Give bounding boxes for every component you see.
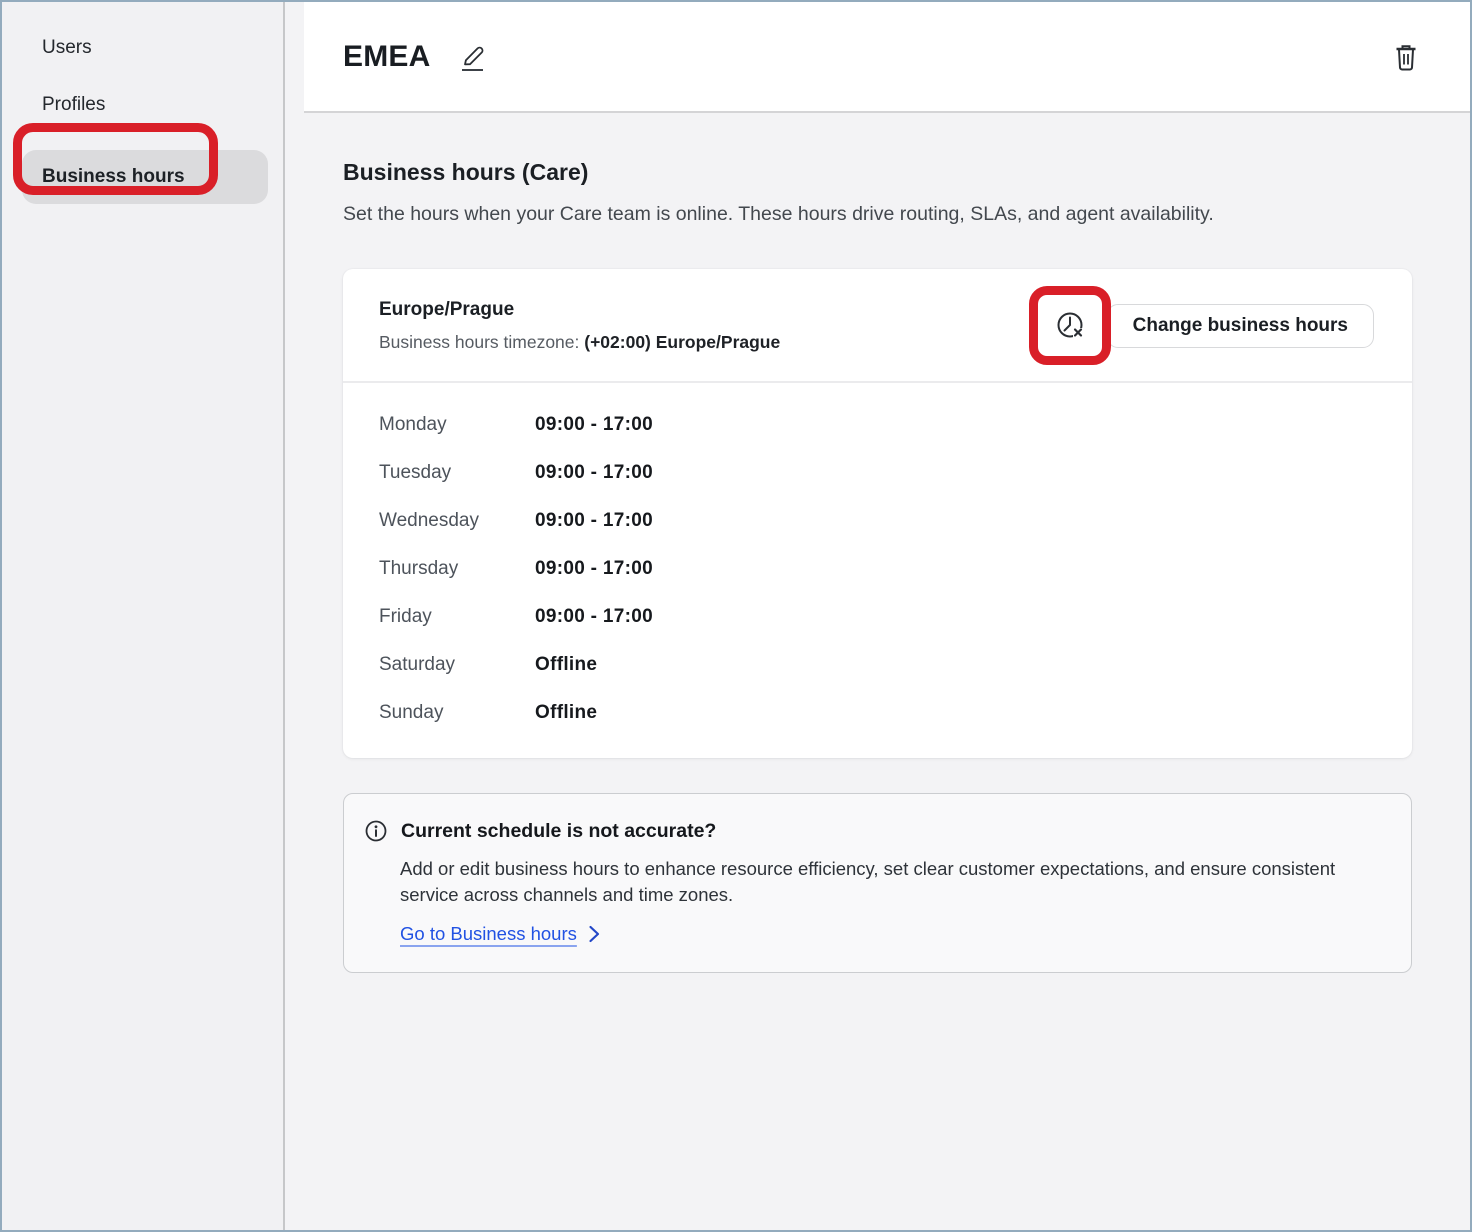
sidebar-item-profiles[interactable]: Profiles [2, 93, 283, 117]
clock-x-icon [1054, 309, 1088, 343]
main-panel: EMEA Business hours (Care) Set the hours [285, 2, 1470, 1230]
timezone-name: Europe/Prague [379, 299, 780, 321]
timezone-value: (+02:00) Europe/Prague [584, 332, 780, 352]
schedule-day: Thursday [379, 558, 535, 580]
delete-button[interactable] [1393, 42, 1419, 72]
schedule-row: Tuesday 09:00 - 17:00 [379, 449, 1376, 497]
schedule-info-banner: Current schedule is not accurate? Add or… [343, 793, 1412, 973]
schedule-hours: 09:00 - 17:00 [535, 558, 653, 580]
section-description: Set the hours when your Care team is onl… [343, 203, 1412, 226]
schedule-hours: 09:00 - 17:00 [535, 414, 653, 436]
schedule-day: Sunday [379, 702, 535, 724]
section-title: Business hours (Care) [343, 159, 1412, 186]
business-hours-card-header: Europe/Prague Business hours timezone: (… [343, 269, 1412, 383]
schedule-day: Wednesday [379, 510, 535, 532]
schedule-hours: Offline [535, 654, 597, 676]
schedule-row: Saturday Offline [379, 641, 1376, 689]
edit-pencil-icon [458, 41, 488, 73]
schedule-row: Friday 09:00 - 17:00 [379, 593, 1376, 641]
schedule-row: Wednesday 09:00 - 17:00 [379, 497, 1376, 545]
business-hours-card: Europe/Prague Business hours timezone: (… [343, 269, 1412, 758]
edit-title-button[interactable] [458, 41, 488, 73]
sidebar-item-business-hours[interactable]: Business hours [22, 150, 268, 204]
settings-sidebar: Users Profiles Business hours [2, 2, 285, 1230]
timezone-label: Business hours timezone: [379, 332, 584, 352]
info-title: Current schedule is not accurate? [401, 820, 716, 843]
trash-icon [1393, 42, 1419, 72]
content-area: Business hours (Care) Set the hours when… [304, 113, 1470, 973]
info-body: Add or edit business hours to enhance re… [400, 856, 1352, 908]
schedule-hours: 09:00 - 17:00 [535, 606, 653, 628]
change-business-hours-button[interactable]: Change business hours [1107, 304, 1374, 348]
timezone-info: Europe/Prague Business hours timezone: (… [379, 299, 780, 353]
card-header-actions: Change business hours [1054, 304, 1374, 348]
schedule-row: Sunday Offline [379, 689, 1376, 737]
schedule-hours: Offline [535, 702, 597, 724]
chevron-right-icon [588, 924, 601, 944]
schedule-day: Tuesday [379, 462, 535, 484]
info-icon [364, 819, 388, 843]
timezone-line: Business hours timezone: (+02:00) Europe… [379, 332, 780, 353]
schedule-day: Monday [379, 414, 535, 436]
info-link-row: Go to Business hours [400, 923, 1381, 945]
schedule-hours: 09:00 - 17:00 [535, 510, 653, 532]
info-title-row: Current schedule is not accurate? [364, 819, 1381, 843]
schedule-row: Thursday 09:00 - 17:00 [379, 545, 1376, 593]
schedule-day: Friday [379, 606, 535, 628]
schedule-hours: 09:00 - 17:00 [535, 462, 653, 484]
sidebar-item-users[interactable]: Users [2, 36, 283, 60]
schedule-day: Saturday [379, 654, 535, 676]
clock-x-icon-button[interactable] [1054, 307, 1088, 345]
schedule-row: Monday 09:00 - 17:00 [379, 401, 1376, 449]
page-title: EMEA [343, 40, 430, 74]
sidebar-item-label: Business hours [42, 166, 185, 188]
weekly-schedule: Monday 09:00 - 17:00 Tuesday 09:00 - 17:… [343, 383, 1412, 758]
app-window: Users Profiles Business hours EMEA [0, 0, 1472, 1232]
go-to-business-hours-link[interactable]: Go to Business hours [400, 923, 577, 945]
page-header: EMEA [304, 2, 1470, 113]
